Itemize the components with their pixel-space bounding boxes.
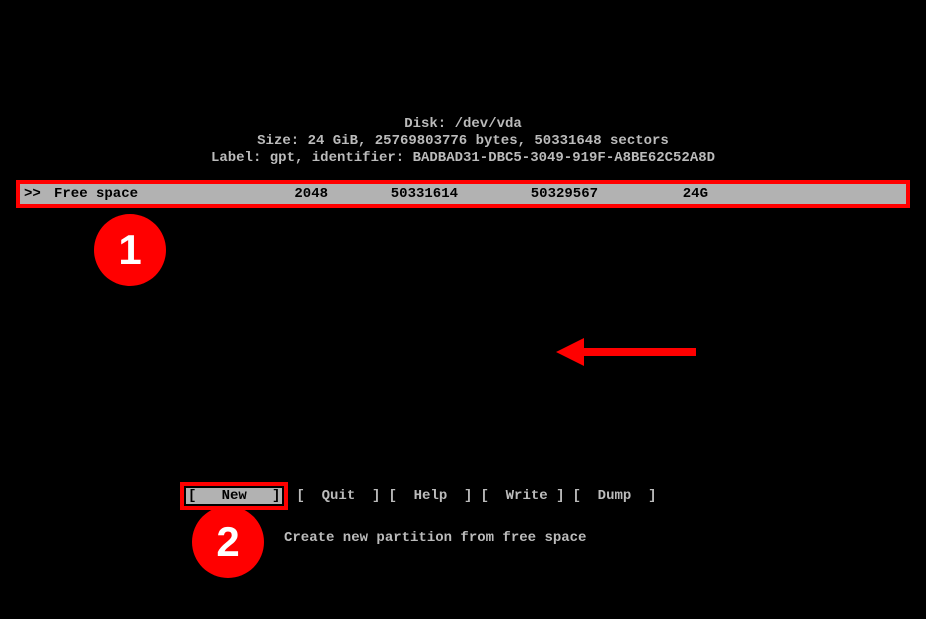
menu-new-button[interactable]: [ New ] <box>186 488 282 504</box>
annotation-badge-1: 1 <box>94 214 166 286</box>
disk-label: Disk: /dev/vda <box>0 116 926 133</box>
menu-help-button[interactable]: [ Help ] <box>388 488 472 504</box>
row-device: Free space <box>48 186 218 202</box>
row-size: 24G <box>598 186 708 202</box>
menu-write-button[interactable]: [ Write ] <box>480 488 564 504</box>
annotation-badge-2: 2 <box>192 506 264 578</box>
menu-quit-button[interactable]: [ Quit ] <box>296 488 380 504</box>
partition-label: Label: gpt, identifier: BADBAD31-DBC5-30… <box>0 150 926 167</box>
partition-row-selected[interactable]: >> Free space 2048 50331614 50329567 24G <box>16 180 910 208</box>
row-end: 50331614 <box>328 186 458 202</box>
hint-text: Create new partition from free space <box>284 530 586 546</box>
row-start: 2048 <box>218 186 328 202</box>
menu-bar: [ New ] [ Quit ] [ Help ] [ Write ] [ Du… <box>180 482 656 510</box>
menu-dump-button[interactable]: [ Dump ] <box>572 488 656 504</box>
row-sectors: 50329567 <box>458 186 598 202</box>
size-label: Size: 24 GiB, 25769803776 bytes, 5033164… <box>0 133 926 150</box>
row-marker: >> <box>24 186 48 202</box>
